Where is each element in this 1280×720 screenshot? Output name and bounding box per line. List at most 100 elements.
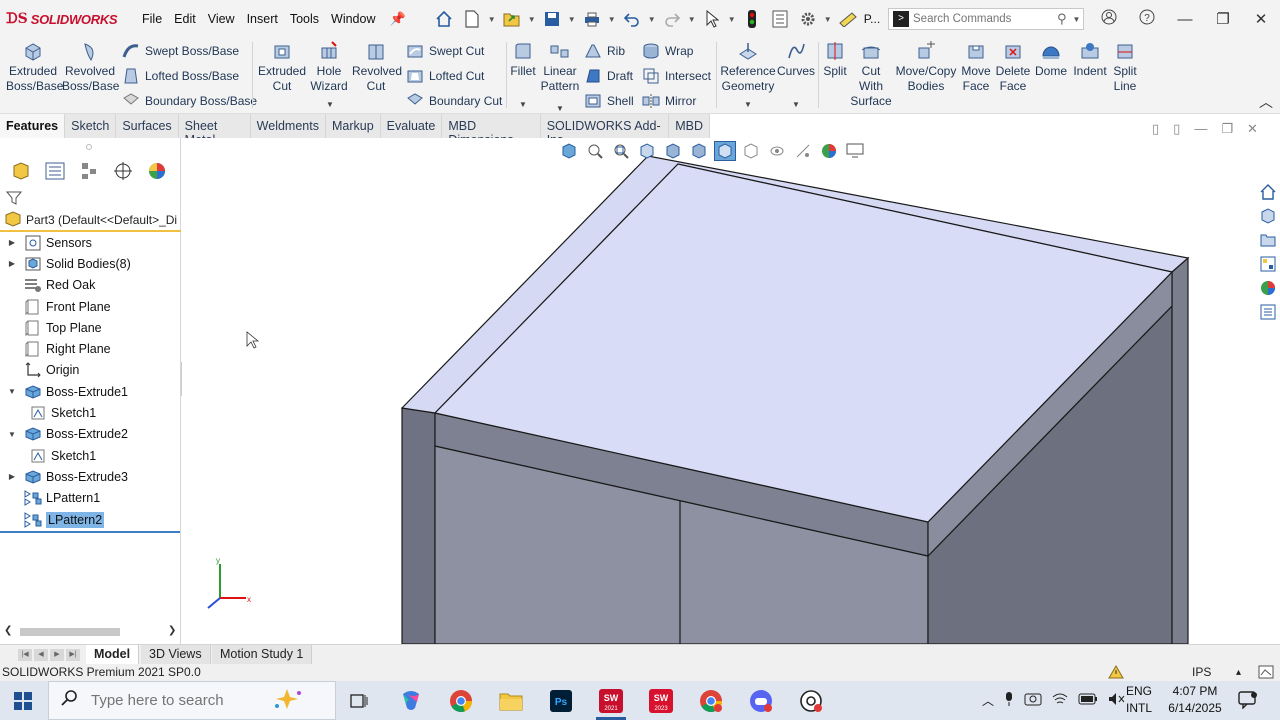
previous-tab-icon[interactable]: ◀: [34, 649, 48, 661]
menu-view[interactable]: View: [202, 0, 241, 38]
expand-icon[interactable]: ▶: [6, 238, 18, 247]
select-arrow-icon[interactable]: [700, 7, 724, 31]
document-restore-icon[interactable]: ❐: [1221, 121, 1233, 137]
boundary-boss-base-button[interactable]: Boundary Boss/Base: [122, 92, 257, 110]
chrome-icon[interactable]: [448, 688, 474, 714]
revolved-cut-button[interactable]: Revolved Cut: [352, 40, 402, 94]
measure-icon[interactable]: [836, 7, 860, 31]
new-document-icon[interactable]: [460, 7, 484, 31]
home-icon[interactable]: [432, 7, 456, 31]
collapse-icon[interactable]: ▼: [6, 387, 18, 396]
first-tab-icon[interactable]: |◀: [18, 649, 32, 661]
options-gear-icon[interactable]: [796, 7, 820, 31]
dock-left-icon[interactable]: ▯: [1152, 121, 1159, 137]
wifi-icon[interactable]: [1052, 692, 1068, 709]
tree-node-solid-bodies-8[interactable]: ▶ Solid Bodies(8): [0, 253, 181, 274]
search-icon[interactable]: ⚲: [1057, 11, 1067, 27]
scroll-left-icon[interactable]: ❮: [4, 625, 12, 636]
graphics-viewport[interactable]: y x: [182, 138, 1280, 644]
tab-mbd-dimensions[interactable]: MBD Dimensions: [442, 114, 541, 147]
tree-node-right-plane[interactable]: Right Plane: [0, 338, 181, 359]
tree-node-front-plane[interactable]: Front Plane: [0, 296, 181, 317]
chevron-down-icon[interactable]: ▼: [824, 15, 832, 24]
chevron-down-icon[interactable]: ▼: [519, 100, 527, 109]
fillet-button[interactable]: Fillet: [508, 40, 538, 79]
extruded-cut-button[interactable]: Extruded Cut: [258, 40, 306, 94]
view-settings-icon[interactable]: [844, 141, 866, 161]
file-explorer-icon[interactable]: [1258, 230, 1278, 250]
print-icon[interactable]: [580, 7, 604, 31]
swept-cut-button[interactable]: Swept Cut: [406, 42, 484, 60]
search-commands-input[interactable]: [913, 13, 1053, 25]
show-hidden-icons-icon[interactable]: ︿: [982, 692, 994, 709]
task-view-icon[interactable]: [346, 688, 372, 714]
tree-node-boss-extrude1[interactable]: ▼ Boss-Extrude1: [0, 381, 181, 402]
tab-mbd[interactable]: MBD: [669, 114, 710, 138]
hide-show-items-icon[interactable]: [740, 141, 762, 161]
tab-sketch[interactable]: Sketch: [65, 114, 117, 138]
menu-tools[interactable]: Tools: [284, 0, 325, 38]
user-account-icon[interactable]: [1090, 9, 1128, 29]
tab-solidworks-add-ins[interactable]: SOLIDWORKS Add-Ins: [540, 114, 670, 147]
chrome-profile-icon[interactable]: [698, 688, 724, 714]
p-label[interactable]: P...: [864, 12, 880, 26]
panel-horizontal-scrollbar[interactable]: ❮ ❯: [4, 625, 176, 639]
split-button[interactable]: Split: [820, 40, 850, 79]
windows-start-icon[interactable]: [14, 692, 32, 713]
tab-surfaces[interactable]: Surfaces: [116, 114, 179, 138]
property-manager-tab-icon[interactable]: [42, 160, 68, 182]
filter-icon[interactable]: [5, 190, 23, 209]
solidworks-logo[interactable]: ᗪS SOLIDWORKS: [0, 11, 130, 27]
revolved-boss-base-button[interactable]: Revolved Boss/Base: [62, 40, 119, 94]
view-palette-icon[interactable]: [1258, 254, 1278, 274]
unit-system-label[interactable]: IPS: [1192, 664, 1211, 681]
solidworks-resources-icon[interactable]: [1258, 182, 1278, 202]
wrap-button[interactable]: Wrap: [642, 42, 693, 60]
rebuild-icon[interactable]: [740, 7, 764, 31]
chevron-down-icon[interactable]: ▼: [568, 15, 576, 24]
tree-node-boss-extrude2[interactable]: ▼ Boss-Extrude2: [0, 424, 181, 445]
taskbar-search-box[interactable]: [48, 681, 336, 720]
tab-3d-views[interactable]: 3D Views: [141, 645, 211, 664]
delete-face-button[interactable]: Delete Face: [994, 40, 1032, 94]
tree-node-red-oak[interactable]: Red Oak: [0, 275, 181, 296]
solidworks-2023-taskbar-icon[interactable]: SW 2023: [648, 688, 674, 714]
display-manager-tab-icon[interactable]: [144, 160, 170, 182]
tree-node-sketch1[interactable]: Sketch1: [0, 445, 181, 466]
undo-icon[interactable]: [620, 7, 644, 31]
view-cube-icon[interactable]: [558, 141, 580, 161]
part-root-node[interactable]: Part3 (Default<<Default>_Di: [0, 210, 181, 232]
rollback-bar[interactable]: [0, 531, 180, 533]
chevron-down-icon[interactable]: ▼: [326, 100, 334, 109]
solidworks-2021-taskbar-icon[interactable]: SW 2021: [598, 688, 624, 714]
move-face-button[interactable]: Move Face: [958, 40, 994, 94]
design-library-icon[interactable]: [1258, 206, 1278, 226]
split-line-button[interactable]: Split Line: [1108, 40, 1142, 94]
file-properties-icon[interactable]: [768, 7, 792, 31]
minimize-icon[interactable]: —: [1166, 11, 1204, 28]
rebuild-warning-icon[interactable]: [1108, 665, 1124, 679]
tab-sheet-metal[interactable]: Sheet Metal: [178, 114, 251, 147]
game-app-icon[interactable]: [748, 688, 774, 714]
microphone-icon[interactable]: [1004, 691, 1014, 710]
chevron-down-icon[interactable]: ▼: [488, 15, 496, 24]
taskbar-clock[interactable]: 4:07 PM 6/14/2025: [1160, 683, 1230, 717]
tab-model[interactable]: Model: [86, 645, 140, 664]
panel-grip-icon[interactable]: [86, 144, 92, 150]
intersect-button[interactable]: Intersect: [642, 67, 711, 85]
notifications-icon[interactable]: [1238, 691, 1258, 710]
document-close-icon[interactable]: ✕: [1247, 121, 1258, 137]
expand-icon[interactable]: ▶: [6, 259, 18, 268]
tab-evaluate[interactable]: Evaluate: [380, 114, 443, 138]
file-explorer-taskbar-icon[interactable]: [498, 688, 524, 714]
tree-node-top-plane[interactable]: Top Plane: [0, 317, 181, 338]
chevron-down-icon[interactable]: ▼: [648, 15, 656, 24]
tree-node-lpattern2[interactable]: LPattern2: [0, 509, 181, 530]
language-indicator[interactable]: ENG INTL: [1124, 683, 1154, 717]
tab-motion-study-1[interactable]: Motion Study 1: [212, 645, 313, 664]
menu-window[interactable]: Window: [325, 0, 381, 38]
tree-node-origin[interactable]: Origin: [0, 360, 181, 381]
camera-icon[interactable]: [1024, 692, 1042, 709]
extruded-boss-base-button[interactable]: Extruded Boss/Base: [6, 40, 63, 94]
tree-node-sketch1[interactable]: Sketch1: [0, 402, 181, 423]
